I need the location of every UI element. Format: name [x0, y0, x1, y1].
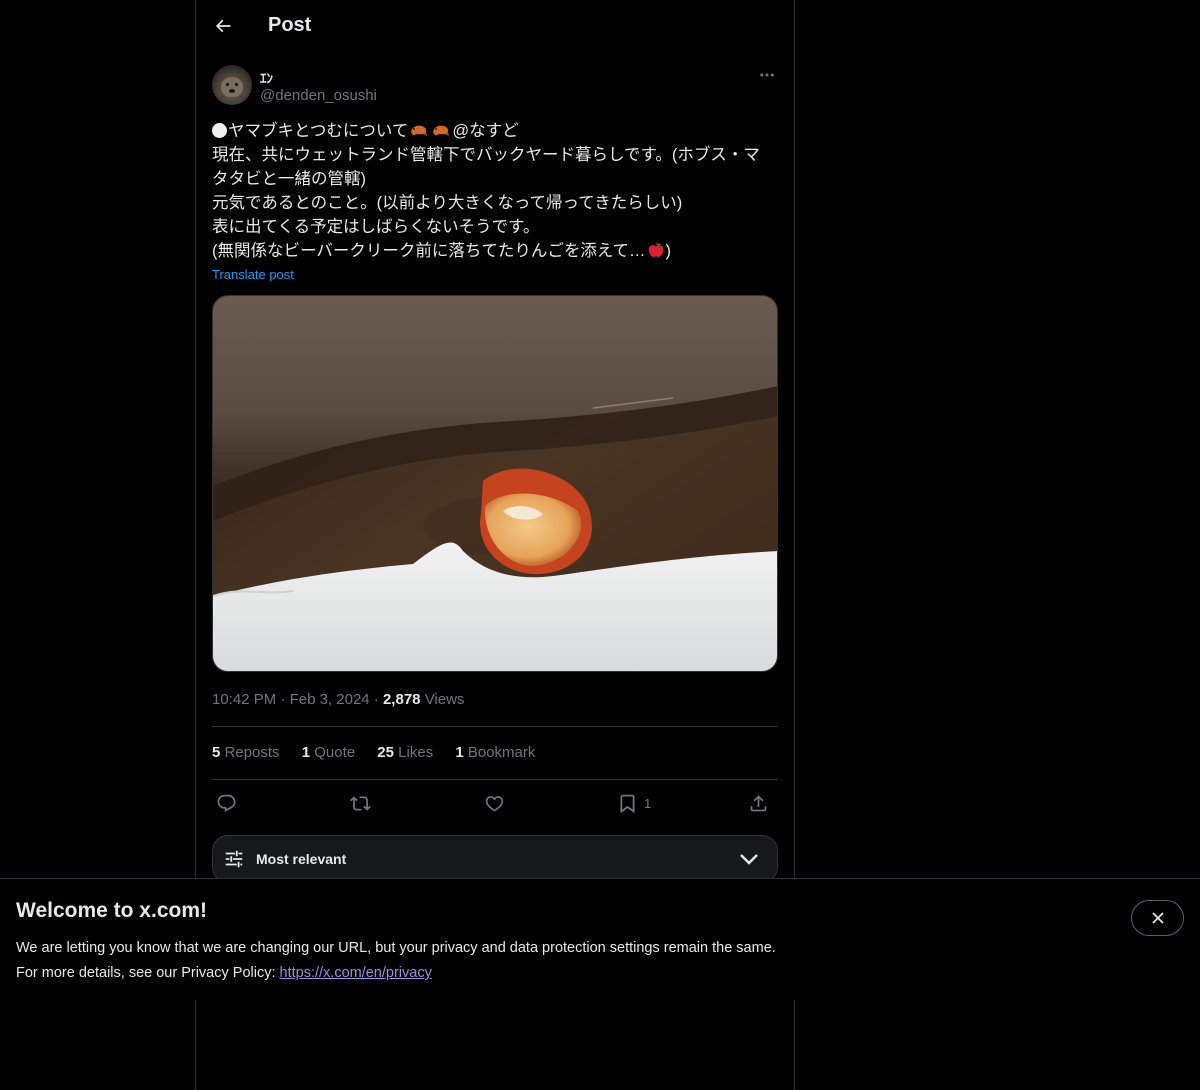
likes-stat[interactable]: 25 Likes	[377, 744, 433, 761]
banner-text: We are letting you know that we are chan…	[16, 936, 776, 986]
more-horizontal-icon	[760, 73, 774, 77]
like-button[interactable]	[484, 791, 505, 815]
post-text: ヤマブキとつむについて @なすど 現在、共にウェットランド管轄下でバックヤード暮ら…	[212, 119, 782, 263]
bookmarks-stat[interactable]: 1 Bookmark	[455, 744, 535, 761]
repost-icon	[350, 795, 371, 811]
more-options-button[interactable]	[756, 65, 778, 85]
bookmark-count: 1	[644, 795, 652, 811]
top-bar: Post	[196, 0, 794, 53]
red-apple-emoji	[648, 241, 663, 257]
post-stats: 5 Reposts 1 Quote 25 Likes 1 Bookmark	[212, 744, 553, 761]
views-label: Views	[424, 691, 465, 708]
repost-button[interactable]	[350, 791, 371, 815]
author-display-name[interactable]: ｴﾝ	[260, 68, 273, 87]
reply-icon	[217, 794, 236, 812]
banner-line-2: For more details, see our Privacy Policy…	[16, 965, 432, 981]
page-title: Post	[268, 14, 312, 36]
white-circle-emoji	[212, 123, 227, 138]
like-icon	[485, 795, 504, 812]
photo-apple-on-snow	[213, 296, 777, 671]
author-handle[interactable]: @denden_osushi	[260, 87, 377, 104]
close-banner-button[interactable]	[1131, 900, 1184, 936]
post-line-2: 現在、共にウェットランド管轄下でバックヤード暮らしです。(ホブス・マ	[212, 146, 760, 164]
post-author: ｴﾝ @denden_osushi	[212, 65, 778, 107]
post-line-6: (無関係なビーバークリーク前に落ちてたりんごを添えて…)	[212, 241, 672, 260]
arrow-left-icon	[215, 19, 231, 33]
quotes-stat[interactable]: 1 Quote	[302, 744, 355, 761]
banner-title: Welcome to x.com!	[16, 899, 207, 922]
shrimp-emoji	[433, 125, 450, 136]
bookmark-icon	[620, 794, 635, 813]
sort-label: Most relevant	[256, 851, 347, 867]
post-actions: 1	[212, 791, 778, 817]
bookmark-button[interactable]: 1	[617, 791, 651, 815]
views-count: 2,878	[382, 691, 421, 708]
sliders-icon	[225, 850, 243, 868]
post-meta: 10:42 PM · Feb 3, 2024 · 2,878 Views	[212, 691, 465, 708]
avatar[interactable]	[212, 65, 252, 105]
back-button[interactable]	[208, 11, 238, 41]
translate-post-link[interactable]: Translate post	[212, 267, 294, 282]
reply-sort-dropdown[interactable]: Most relevant	[212, 835, 778, 883]
privacy-policy-link[interactable]: https://x.com/en/privacy	[280, 965, 432, 981]
shrimp-emoji	[411, 125, 428, 136]
post-image[interactable]	[212, 295, 778, 672]
mention-link[interactable]: @なすど	[452, 122, 518, 140]
url-change-banner: Welcome to x.com! We are letting you kno…	[0, 878, 1200, 1000]
post-line-4: 元気であるとのこと。(以前より大きくなって帰ってきたらしい)	[212, 194, 683, 212]
post-line-1: ヤマブキとつむについて @なすど	[212, 119, 782, 143]
close-icon	[1151, 912, 1164, 924]
post-line-5: 表に出てくる予定はしばらくないそうです。	[212, 218, 540, 236]
post-time[interactable]: 10:42 PM	[212, 691, 276, 708]
divider	[212, 726, 778, 727]
banner-line-1: We are letting you know that we are chan…	[16, 940, 776, 956]
post-date[interactable]: Feb 3, 2024	[290, 691, 370, 708]
share-button[interactable]	[748, 791, 769, 815]
share-icon	[750, 794, 767, 811]
post-line-3: タタビと一緒の管轄)	[212, 170, 366, 188]
divider	[212, 779, 778, 780]
reply-button[interactable]	[216, 791, 237, 815]
reposts-stat[interactable]: 5 Reposts	[212, 744, 280, 761]
chevron-down-icon	[740, 854, 758, 865]
